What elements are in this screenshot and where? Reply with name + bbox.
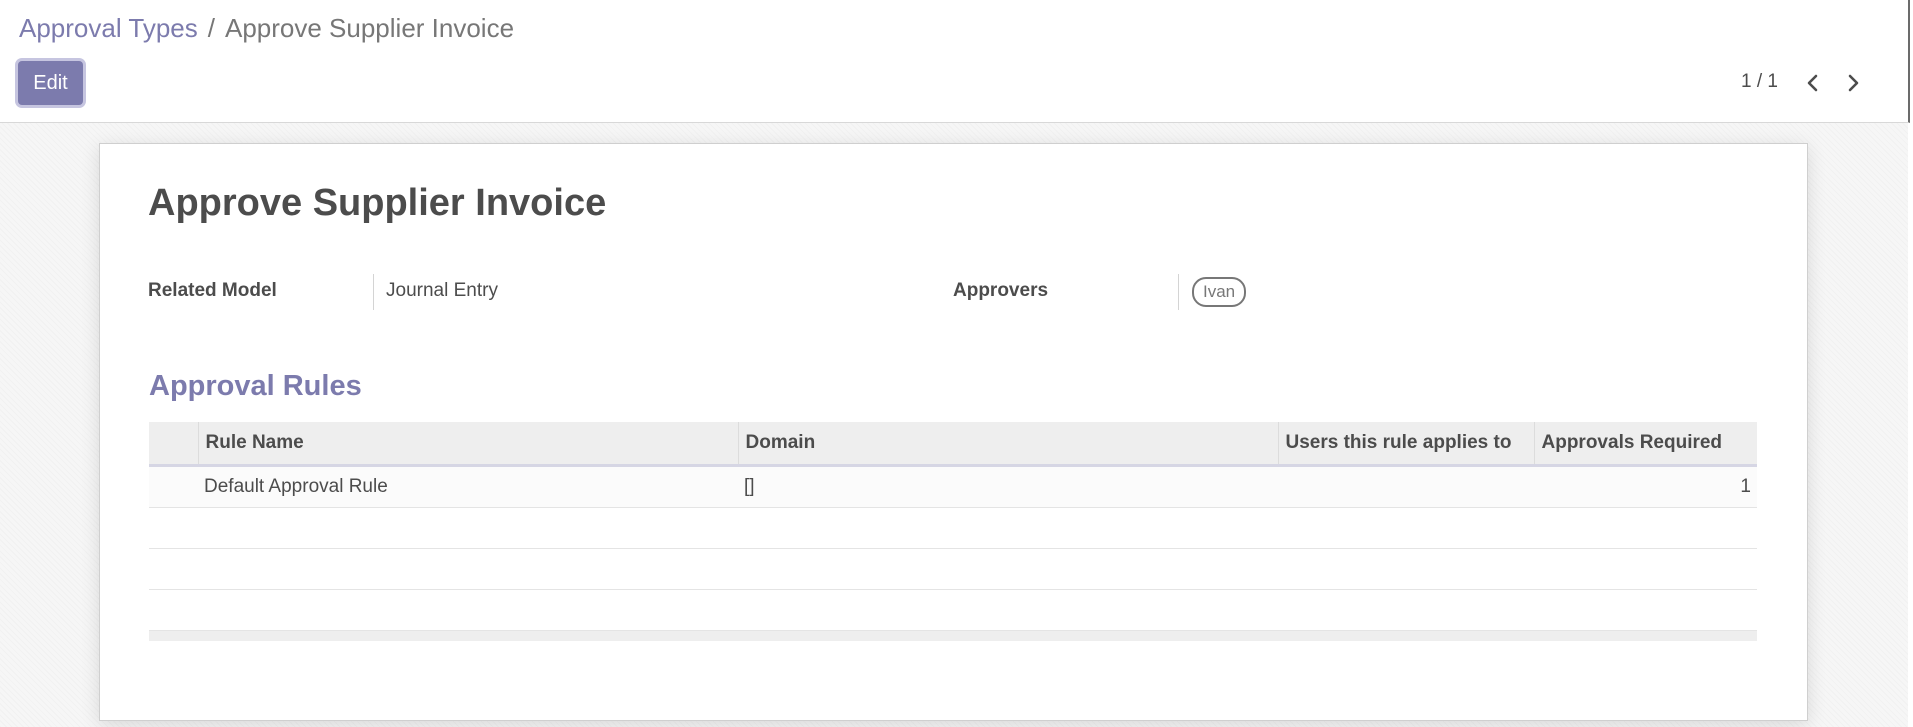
pager-value[interactable]: 1 / 1 bbox=[1741, 71, 1778, 93]
related-model-label: Related Model bbox=[148, 280, 277, 301]
approvers-label: Approvers bbox=[953, 280, 1049, 301]
table-empty-row bbox=[149, 548, 1757, 590]
table-cell-rule-name[interactable]: Default Approval Rule bbox=[198, 465, 738, 508]
chevron-right-icon bbox=[1848, 74, 1859, 92]
page: Approval Types / Approve Supplier Invoice … bbox=[0, 0, 1913, 727]
table-header-row: Rule Name Domain Users this rule applies… bbox=[149, 422, 1757, 467]
table-empty-row bbox=[149, 507, 1757, 549]
control-panel: Approval Types / Approve Supplier Invoice … bbox=[0, 0, 1910, 123]
table-cell-handle bbox=[149, 465, 198, 508]
breadcrumb-approval-types-link[interactable]: Approval Types bbox=[19, 13, 198, 43]
column-header-domain[interactable]: Domain bbox=[738, 422, 1279, 467]
form-view: Approve Supplier Invoice Related Model J… bbox=[0, 123, 1908, 727]
pager-previous-button[interactable] bbox=[1798, 68, 1828, 98]
column-header-rule-name[interactable]: Rule Name bbox=[198, 422, 739, 467]
table-cell-domain[interactable]: [] bbox=[738, 465, 1278, 508]
table-cell-users[interactable] bbox=[1278, 465, 1534, 508]
breadcrumb: Approval Types / Approve Supplier Invoice bbox=[19, 12, 514, 44]
edit-button[interactable]: Edit bbox=[18, 61, 83, 105]
related-model-value: Journal Entry bbox=[386, 280, 498, 301]
field-divider bbox=[373, 274, 374, 310]
table-empty-row bbox=[149, 589, 1757, 631]
column-header-users[interactable]: Users this rule applies to bbox=[1278, 422, 1535, 467]
approval-rules-table: Rule Name Domain Users this rule applies… bbox=[149, 422, 1757, 641]
column-header-handle bbox=[149, 422, 199, 467]
field-divider bbox=[1178, 274, 1179, 310]
form-sheet: Approve Supplier Invoice Related Model J… bbox=[99, 143, 1808, 721]
approval-rules-title: Approval Rules bbox=[149, 370, 362, 402]
breadcrumb-separator: / bbox=[207, 13, 215, 43]
approver-tag: Ivan bbox=[1192, 277, 1247, 307]
table-footer bbox=[149, 630, 1757, 641]
breadcrumb-current: Approve Supplier Invoice bbox=[224, 13, 515, 43]
table-row[interactable]: Default Approval Rule [] 1 bbox=[149, 465, 1757, 508]
column-header-approvals-required[interactable]: Approvals Required bbox=[1534, 422, 1757, 467]
table-cell-approvals-required[interactable]: 1 bbox=[1534, 465, 1757, 508]
pager: 1 / 1 bbox=[1648, 68, 1908, 100]
record-title: Approve Supplier Invoice bbox=[148, 182, 607, 224]
chevron-left-icon bbox=[1807, 74, 1818, 92]
pager-next-button[interactable] bbox=[1838, 68, 1868, 98]
